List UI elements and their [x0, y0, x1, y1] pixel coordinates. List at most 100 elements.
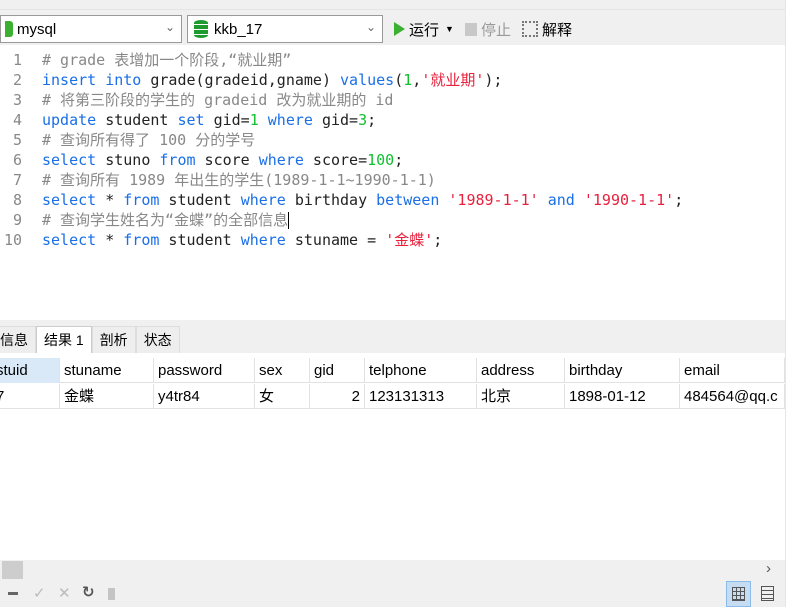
line-number: 4	[12, 111, 22, 129]
run-button[interactable]: 运行 ▼	[394, 15, 454, 43]
line-number: 7	[12, 171, 22, 189]
column-header-password[interactable]: password	[154, 358, 255, 383]
grid-icon	[732, 587, 745, 601]
stop-icon[interactable]	[108, 588, 115, 600]
main-toolbar-cutoff	[0, 0, 785, 10]
grid-view-button[interactable]	[726, 581, 751, 607]
column-header-address[interactable]: address	[477, 358, 565, 383]
keyword-token: where	[240, 231, 286, 249]
table-cell[interactable]: 北京	[477, 384, 565, 409]
connection-select[interactable]: mysql ⌄	[0, 15, 182, 43]
table-cell[interactable]: 1898-01-12	[565, 384, 680, 409]
tab-result-1[interactable]: 结果 1	[36, 326, 92, 353]
code-line[interactable]: # 查询所有得了 100 分的学号	[42, 130, 255, 150]
keyword-token: and	[547, 191, 575, 209]
column-header-telphone[interactable]: telphone	[365, 358, 477, 383]
keyword-token: from	[123, 231, 160, 249]
code-text-token: ;	[433, 231, 443, 249]
keyword-token: between	[376, 191, 440, 209]
grid-footer-toolbar: ✓ ✕ ↻	[0, 580, 785, 607]
sql-editor[interactable]: 1 # grade 表增加一个阶段,“就业期” 2 insert into grade…	[0, 45, 785, 320]
line-number: 6	[12, 151, 22, 169]
table-cell[interactable]: 123131313	[365, 384, 477, 409]
number-token: 1	[249, 111, 259, 129]
code-text-token: *	[96, 191, 124, 209]
code-line[interactable]: select * from student where stuname = '金…	[42, 230, 442, 250]
code-line[interactable]: # 将第三阶段的学生的 gradeid 改为就业期的 id	[42, 90, 393, 110]
keyword-token: where	[240, 191, 286, 209]
code-text-token: score=	[303, 151, 368, 169]
number-token: 100	[367, 151, 395, 169]
code-text-token: student	[96, 111, 178, 129]
run-dropdown-icon[interactable]: ▼	[445, 24, 454, 34]
column-header-stuname[interactable]: stuname	[60, 358, 154, 383]
code-text-token: ,	[412, 71, 422, 89]
column-header-gid[interactable]: gid	[310, 358, 365, 383]
result-grid[interactable]: stuidstunamepasswordsexgidtelphoneaddres…	[0, 353, 785, 560]
right-panel-edge	[785, 0, 801, 607]
keyword-token: from	[159, 151, 196, 169]
line-number: 9	[12, 211, 22, 229]
table-row[interactable]: 7金蝶y4tr84女2123131313北京1898-01-12484564@q…	[0, 384, 785, 409]
tab-profile[interactable]: 剖析	[91, 326, 136, 353]
keyword-token: into	[105, 71, 142, 89]
horizontal-scrollbar[interactable]: ›	[0, 560, 785, 580]
string-token: '1990-1-1'	[583, 191, 675, 209]
table-cell[interactable]: y4tr84	[154, 384, 255, 409]
result-tabs: 信息 结果 1 剖析 状态	[0, 326, 180, 353]
comment-token: # 将第三阶段的学生的 gradeid 改为就业期的 id	[42, 91, 394, 109]
column-header-sex[interactable]: sex	[255, 358, 310, 383]
column-header-stuid[interactable]: stuid	[0, 358, 60, 383]
code-text-token: *	[96, 231, 124, 249]
scroll-right-icon[interactable]: ›	[766, 560, 771, 577]
code-text-token: ;	[394, 151, 404, 169]
comment-token: # 查询所有 1989 年出生的学生(1989-1-1~1990-1-1)	[42, 171, 436, 189]
chevron-down-icon: ⌄	[365, 20, 376, 34]
keyword-token: select	[42, 151, 97, 169]
code-line[interactable]: insert into grade(gradeid,gname) values(…	[42, 70, 502, 90]
column-header-birthday[interactable]: birthday	[565, 358, 680, 383]
code-text-token: gid=	[312, 111, 359, 129]
code-line[interactable]: # grade 表增加一个阶段,“就业期”	[42, 50, 291, 70]
discard-x-icon[interactable]: ✕	[58, 584, 71, 602]
database-select[interactable]: kkb_17 ⌄	[187, 15, 383, 43]
tab-info[interactable]: 信息	[0, 326, 36, 353]
line-number: 8	[12, 191, 22, 209]
code-line[interactable]: # 查询所有 1989 年出生的学生(1989-1-1~1990-1-1)	[42, 170, 436, 190]
refresh-icon[interactable]: ↻	[82, 583, 95, 601]
code-line[interactable]: update student set gid=1 where gid=3;	[42, 110, 376, 130]
stop-icon	[465, 22, 477, 36]
keyword-token: values	[340, 71, 395, 89]
form-view-icon[interactable]	[761, 586, 774, 601]
number-token: 3	[358, 111, 368, 129]
comment-token: # 查询所有得了 100 分的学号	[42, 131, 256, 149]
code-line[interactable]: # 查询学生姓名为“金蝶”的全部信息	[42, 210, 290, 230]
keyword-token: update	[42, 111, 97, 129]
play-icon	[394, 22, 405, 36]
delete-record-icon[interactable]	[8, 592, 18, 595]
tab-status[interactable]: 状态	[135, 326, 180, 353]
stop-label: 停止	[481, 21, 512, 39]
scrollbar-thumb[interactable]	[2, 561, 23, 579]
code-line[interactable]: select * from student where birthday bet…	[42, 190, 683, 210]
string-token: '就业期'	[421, 71, 485, 89]
column-header-email[interactable]: email	[680, 358, 785, 383]
stop-button[interactable]: 停止	[465, 15, 511, 43]
code-text-token: grade(gradeid,gname)	[141, 71, 341, 89]
table-cell[interactable]: 2	[310, 384, 365, 409]
code-text-token: student	[159, 191, 241, 209]
keyword-token: select	[42, 191, 97, 209]
table-cell[interactable]: 7	[0, 384, 60, 409]
code-text-token: stuname =	[285, 231, 386, 249]
table-cell[interactable]: 女	[255, 384, 310, 409]
comment-token: # grade 表增加一个阶段,“就业期”	[42, 51, 292, 69]
code-text-token: );	[484, 71, 503, 89]
explain-button[interactable]: 解释	[522, 15, 572, 43]
code-text-token: stuno	[96, 151, 160, 169]
table-cell[interactable]: 金蝶	[60, 384, 154, 409]
code-line[interactable]: select stuno from score where score=100;	[42, 150, 403, 170]
table-cell[interactable]: 484564@qq.c	[680, 384, 785, 409]
apply-check-icon[interactable]: ✓	[33, 584, 46, 602]
